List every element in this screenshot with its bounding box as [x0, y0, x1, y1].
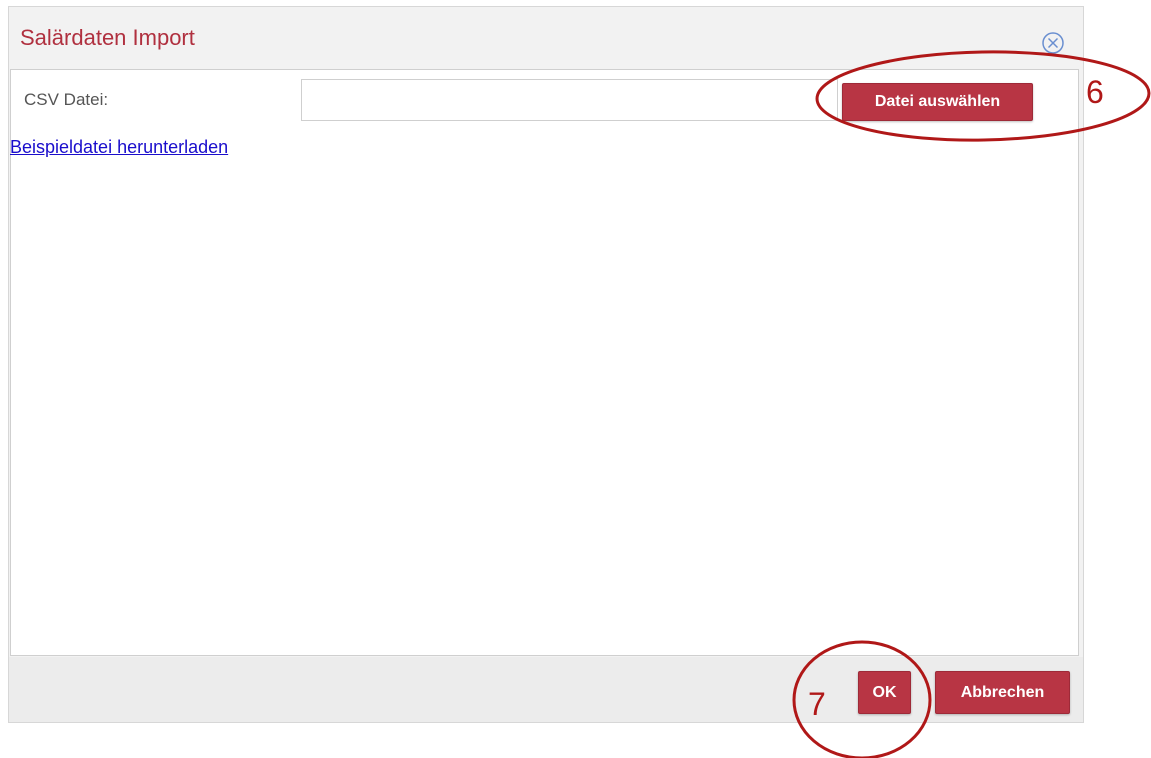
annotation-marker-6: 6 — [1086, 74, 1104, 110]
dialog-footer — [9, 657, 1083, 722]
download-sample-link[interactable]: Beispieldatei herunterladen — [10, 137, 228, 158]
close-circle-icon — [1042, 32, 1064, 54]
close-button[interactable] — [1041, 31, 1065, 55]
dialog-title: Salärdaten Import — [20, 25, 195, 50]
ok-button[interactable]: OK — [858, 671, 911, 714]
cancel-button[interactable]: Abbrechen — [935, 671, 1070, 714]
choose-file-button[interactable]: Datei auswählen — [842, 83, 1033, 121]
csv-file-label: CSV Datei: — [24, 90, 109, 109]
annotation-marker-7: 7 — [808, 686, 826, 722]
csv-file-input[interactable] — [301, 79, 838, 121]
